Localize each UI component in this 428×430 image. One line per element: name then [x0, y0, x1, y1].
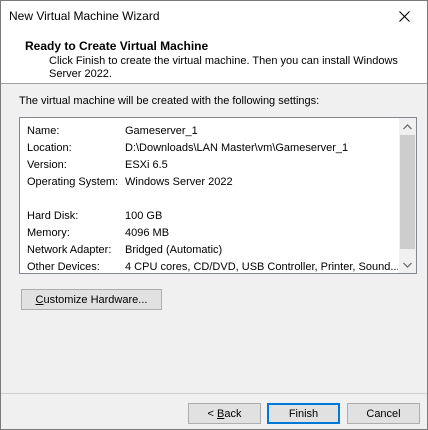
title-bar: New Virtual Machine Wizard: [1, 1, 427, 31]
finish-label: Finish: [288, 407, 319, 420]
cancel-label: Cancel: [366, 407, 401, 420]
close-button[interactable]: [381, 1, 427, 31]
setting-value: 100 GB: [125, 210, 163, 222]
setting-key: Memory:: [27, 227, 70, 239]
setting-row-memory: Memory: 4096 MB: [20, 225, 400, 242]
back-button[interactable]: < Back: [188, 403, 261, 424]
vertical-scrollbar[interactable]: [399, 118, 416, 273]
chevron-up-icon: [403, 123, 412, 129]
settings-intro: The virtual machine will be created with…: [19, 95, 320, 107]
setting-row-location: Location: D:\Downloads\LAN Master\vm\Gam…: [20, 140, 400, 157]
scroll-up-button[interactable]: [399, 118, 416, 135]
setting-value: 4096 MB: [125, 227, 170, 239]
setting-key: Network Adapter:: [27, 244, 112, 256]
customize-hardware-button[interactable]: Customize Hardware...: [21, 289, 162, 310]
page-title: Ready to Create Virtual Machine: [25, 39, 209, 53]
close-icon: [398, 10, 410, 22]
setting-key: Version:: [27, 159, 67, 171]
wizard-header: Ready to Create Virtual Machine Click Fi…: [1, 31, 427, 84]
setting-value: Gameserver_1: [125, 125, 198, 137]
setting-row-network: Network Adapter: Bridged (Automatic): [20, 242, 400, 259]
setting-row-version: Version: ESXi 6.5: [20, 157, 400, 174]
back-prefix: <: [207, 407, 217, 420]
scrollbar-thumb[interactable]: [400, 135, 415, 249]
setting-row-hard-disk: Hard Disk: 100 GB: [20, 208, 400, 225]
footer-divider: [1, 393, 427, 394]
settings-listbox[interactable]: Name: Gameserver_1 Location: D:\Download…: [19, 117, 417, 274]
setting-value: 4 CPU cores, CD/DVD, USB Controller, Pri…: [125, 261, 398, 273]
setting-row-name: Name: Gameserver_1: [20, 123, 400, 140]
setting-value: D:\Downloads\LAN Master\vm\Gameserver_1: [125, 142, 349, 154]
setting-row-os: Operating System: Windows Server 2022: [20, 174, 400, 191]
finish-button[interactable]: Finish: [267, 403, 340, 424]
setting-row-other-devices: Other Devices: 4 CPU cores, CD/DVD, USB …: [20, 259, 400, 276]
setting-key: Other Devices:: [27, 261, 100, 273]
back-accelerator: B: [217, 407, 225, 420]
setting-key: Hard Disk:: [27, 210, 79, 222]
setting-key: Location:: [27, 142, 72, 154]
setting-value: Windows Server 2022: [125, 176, 233, 188]
wizard-window: New Virtual Machine Wizard Ready to Crea…: [0, 0, 428, 430]
page-description: Click Finish to create the virtual machi…: [49, 55, 398, 80]
chevron-down-icon: [403, 262, 412, 268]
setting-key: Name:: [27, 125, 60, 137]
cancel-button[interactable]: Cancel: [347, 403, 420, 424]
setting-value: ESXi 6.5: [125, 159, 168, 171]
window-title: New Virtual Machine Wizard: [9, 9, 160, 23]
setting-value: Bridged (Automatic): [125, 244, 223, 256]
settings-list: Name: Gameserver_1 Location: D:\Download…: [20, 118, 400, 273]
customize-label: ustomize Hardware...: [43, 293, 148, 306]
back-label: ack: [224, 407, 242, 420]
scroll-down-button[interactable]: [399, 256, 416, 273]
setting-key: Operating System:: [27, 176, 119, 188]
customize-accelerator: C: [35, 293, 44, 306]
